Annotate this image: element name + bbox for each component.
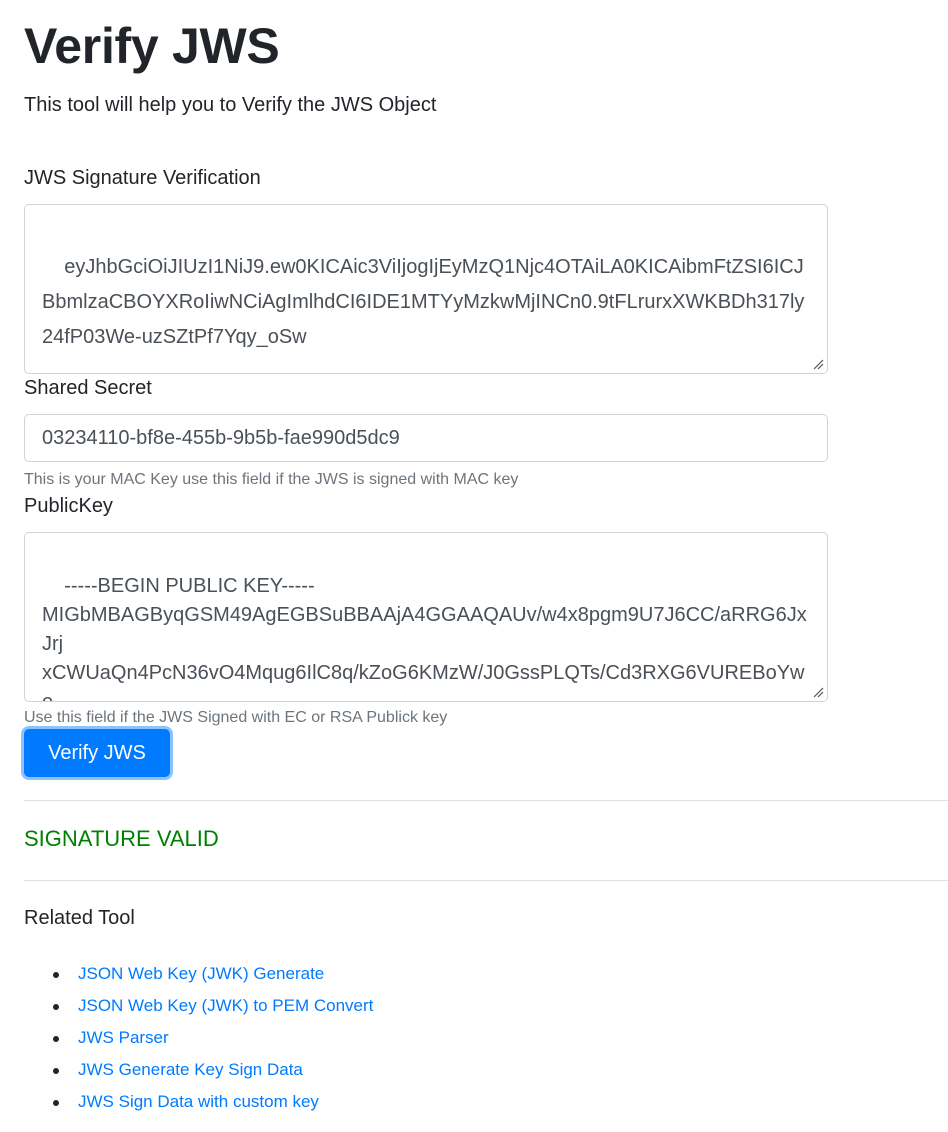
publickey-textarea[interactable]: -----BEGIN PUBLIC KEY----- MIGbMBAGByqGS… xyxy=(24,532,828,702)
related-link-jws-generate-key[interactable]: JWS Generate Key Sign Data xyxy=(78,1060,303,1079)
bullet-icon xyxy=(53,1100,59,1106)
list-item: JSON Web Key (JWK) to PEM Convert xyxy=(24,992,373,1024)
divider xyxy=(24,880,948,881)
divider xyxy=(24,800,948,801)
bullet-icon xyxy=(53,1004,59,1010)
publickey-label: PublicKey xyxy=(24,495,113,517)
shared-secret-input[interactable]: 03234110-bf8e-455b-9b5b-fae990d5dc9 xyxy=(24,414,828,462)
related-tool-list: JSON Web Key (JWK) Generate JSON Web Key… xyxy=(24,960,373,1120)
bullet-icon xyxy=(53,1036,59,1042)
jws-textarea-value: eyJhbGciOiJIUzI1NiJ9.ew0KICAic3ViIjogIjE… xyxy=(42,256,805,348)
verify-jws-button[interactable]: Verify JWS xyxy=(24,729,170,777)
shared-secret-label: Shared Secret xyxy=(24,377,152,399)
resize-handle-icon[interactable] xyxy=(812,686,824,698)
list-item: JWS Parser xyxy=(24,1024,373,1056)
related-link-jwk-generate[interactable]: JSON Web Key (JWK) Generate xyxy=(78,964,324,983)
shared-secret-help: This is your MAC Key use this field if t… xyxy=(24,471,519,488)
list-item: JWS Generate Key Sign Data xyxy=(24,1056,373,1088)
publickey-textarea-value: -----BEGIN PUBLIC KEY----- MIGbMBAGByqGS… xyxy=(42,575,807,702)
page-description: This tool will help you to Verify the JW… xyxy=(24,94,437,116)
jws-label: JWS Signature Verification xyxy=(24,167,261,189)
bullet-icon xyxy=(53,972,59,978)
list-item: JWS Sign Data with custom key xyxy=(24,1088,373,1120)
list-item: JSON Web Key (JWK) Generate xyxy=(24,960,373,992)
jws-textarea[interactable]: eyJhbGciOiJIUzI1NiJ9.ew0KICAic3ViIjogIjE… xyxy=(24,204,828,374)
shared-secret-value: 03234110-bf8e-455b-9b5b-fae990d5dc9 xyxy=(42,427,400,449)
resize-handle-icon[interactable] xyxy=(812,358,824,370)
related-link-jwk-to-pem[interactable]: JSON Web Key (JWK) to PEM Convert xyxy=(78,996,373,1015)
signature-status: SIGNATURE VALID xyxy=(24,826,219,851)
publickey-help: Use this field if the JWS Signed with EC… xyxy=(24,709,448,726)
related-tool-heading: Related Tool xyxy=(24,907,135,929)
related-link-jws-parser[interactable]: JWS Parser xyxy=(78,1028,169,1047)
bullet-icon xyxy=(53,1068,59,1074)
related-link-jws-sign-custom[interactable]: JWS Sign Data with custom key xyxy=(78,1092,319,1111)
page-title: Verify JWS xyxy=(24,18,280,74)
